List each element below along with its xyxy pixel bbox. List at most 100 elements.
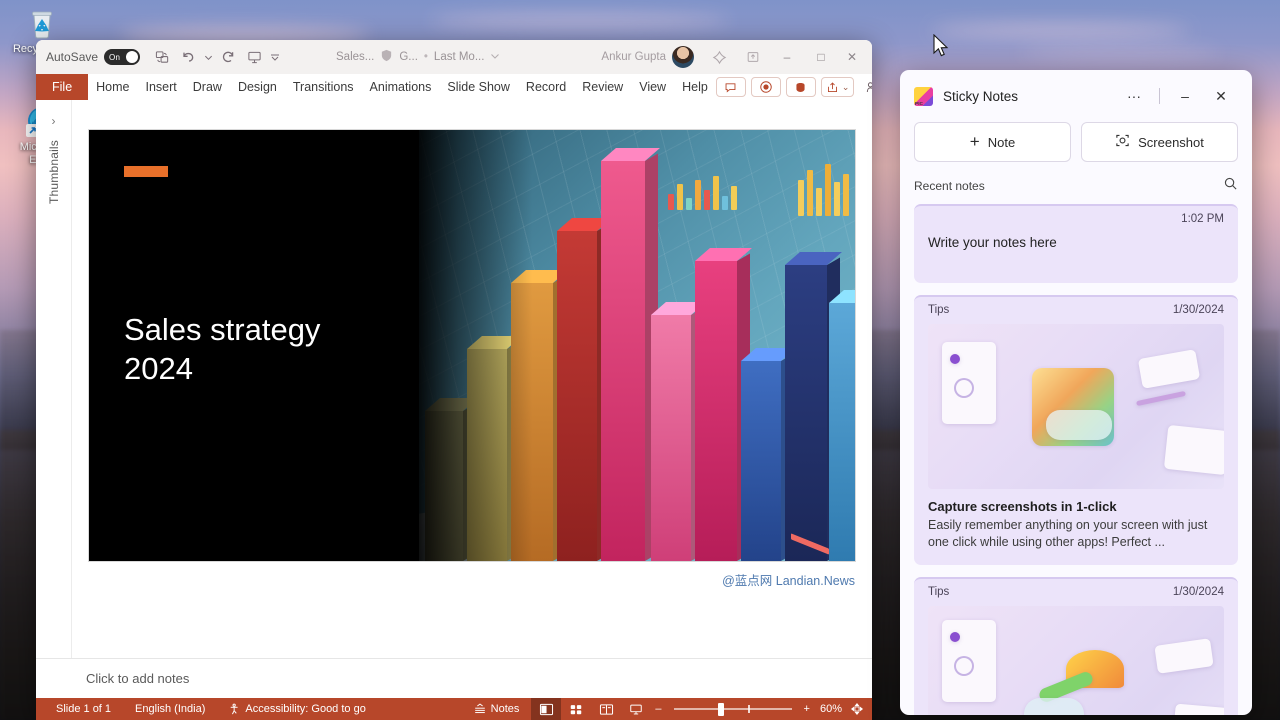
ribbon-tabs: File Home Insert Draw Design Transitions…	[36, 74, 872, 100]
tab-insert[interactable]: Insert	[138, 74, 185, 100]
maximize-button[interactable]: □	[804, 40, 838, 74]
note-item[interactable]: 1:02 PM Write your notes here	[914, 204, 1238, 283]
tab-slide-show[interactable]: Slide Show	[439, 74, 518, 100]
tab-record[interactable]: Record	[518, 74, 574, 100]
toggle-knob	[126, 51, 138, 63]
cloud-decor	[430, 14, 730, 28]
customize-qat-icon[interactable]	[268, 46, 282, 68]
accessibility-status[interactable]: Accessibility: Good to go	[217, 703, 377, 715]
undo-dropdown-icon[interactable]	[202, 46, 214, 68]
slide-title-line2: 2024	[124, 349, 409, 388]
close-button[interactable]: ✕	[838, 40, 872, 74]
avatar[interactable]	[672, 46, 694, 68]
slide-canvas[interactable]: Sales strategy 2024	[72, 100, 872, 658]
accessibility-label: Accessibility: Good to go	[245, 703, 365, 715]
note-item[interactable]: Tips 1/30/2024 Capture screenshots in 1-…	[914, 295, 1238, 565]
note-header: Tips 1/30/2024	[914, 579, 1238, 600]
autosave-state: On	[109, 53, 120, 62]
title-dropdown-icon[interactable]	[490, 51, 500, 64]
slide-count[interactable]: Slide 1 of 1	[44, 703, 123, 715]
autosave-label: AutoSave	[46, 50, 98, 64]
tab-help[interactable]: Help	[674, 74, 716, 100]
notes-button[interactable]: Notes	[461, 703, 532, 716]
tab-file[interactable]: File	[36, 74, 88, 100]
recent-notes-label: Recent notes	[914, 179, 985, 193]
language-indicator[interactable]: English (India)	[123, 703, 217, 715]
search-icon[interactable]	[1223, 176, 1238, 196]
new-note-label: Note	[988, 135, 1015, 150]
record-button[interactable]	[751, 77, 781, 97]
powerpoint-window: AutoSave On	[36, 40, 872, 720]
notes-button-label: Notes	[491, 703, 520, 715]
zoom-out-button[interactable]: –	[651, 703, 665, 715]
zoom-track	[674, 708, 792, 710]
notes-pane[interactable]: Click to add notes	[36, 658, 872, 698]
note-description: Easily remember anything on your screen …	[928, 517, 1224, 551]
screenshot-button[interactable]: Screenshot	[1081, 122, 1238, 162]
slide-sorter-button[interactable]	[561, 698, 591, 720]
plus-icon: +	[970, 132, 980, 152]
document-title-area[interactable]: Sales... G... • Last Mo...	[336, 40, 662, 74]
copilot-titlebar-icon[interactable]	[702, 40, 736, 74]
sticky-notes-window-controls: ··· – ✕	[1117, 80, 1238, 112]
note-title: Tips	[928, 304, 949, 316]
minimize-button[interactable]: –	[770, 40, 804, 74]
sticky-close-button[interactable]: ✕	[1204, 80, 1238, 112]
saved-status: Last Mo...	[434, 51, 485, 63]
slide-1[interactable]: Sales strategy 2024	[89, 130, 855, 561]
note-timestamp: 1/30/2024	[1173, 586, 1224, 598]
note-text: Capture screenshots in 1-click Easily re…	[914, 489, 1238, 565]
zoom-level[interactable]: 60%	[814, 703, 848, 715]
screenshot-icon	[1115, 133, 1130, 151]
sticky-minimize-button[interactable]: –	[1168, 80, 1202, 112]
fit-slide-button[interactable]	[848, 702, 872, 716]
share-button[interactable]: ⌄	[821, 77, 855, 97]
watermark: @蓝点网 Landian.News	[722, 570, 855, 589]
reading-view-button[interactable]	[591, 698, 621, 720]
thumbnails-pane[interactable]: › Thumbnails	[36, 100, 72, 658]
note-thumbnail	[928, 324, 1224, 489]
autosave-toggle[interactable]: On	[104, 49, 140, 65]
save-location: G...	[399, 51, 418, 63]
titlebar: AutoSave On	[36, 40, 872, 74]
tab-draw[interactable]: Draw	[185, 74, 230, 100]
chevron-right-icon[interactable]: ›	[52, 114, 56, 128]
new-note-button[interactable]: + Note	[914, 122, 1071, 162]
note-body: Write your notes here	[914, 227, 1238, 266]
comments-button[interactable]	[716, 77, 746, 97]
slide-show-button[interactable]	[621, 698, 651, 720]
note-timestamp: 1:02 PM	[1181, 213, 1224, 225]
slide-illustration	[419, 130, 855, 561]
tab-view[interactable]: View	[631, 74, 674, 100]
zoom-slider[interactable]	[674, 698, 792, 720]
zoom-thumb[interactable]	[718, 703, 724, 716]
tab-animations[interactable]: Animations	[362, 74, 440, 100]
tab-design[interactable]: Design	[230, 74, 285, 100]
sticky-notes-actions: + Note Screenshot	[900, 122, 1252, 172]
screenshot-label: Screenshot	[1138, 135, 1204, 150]
note-thumbnail	[928, 606, 1224, 715]
note-item[interactable]: Tips 1/30/2024	[914, 577, 1238, 715]
ribbon-display-options-icon[interactable]	[736, 40, 770, 74]
tab-transitions[interactable]: Transitions	[285, 74, 362, 100]
editor-body: › Thumbnails Sales strategy 2024	[36, 100, 872, 658]
note-timestamp: 1/30/2024	[1173, 304, 1224, 316]
note-header: 1:02 PM	[914, 206, 1238, 227]
slide-title[interactable]: Sales strategy 2024	[124, 310, 409, 388]
quick-access-toolbar	[150, 46, 282, 68]
notes-list[interactable]: 1:02 PM Write your notes here Tips 1/30/…	[900, 204, 1252, 715]
present-button[interactable]	[859, 77, 872, 97]
tab-home[interactable]: Home	[88, 74, 137, 100]
copilot-button[interactable]	[786, 77, 816, 97]
title-separator: •	[424, 51, 428, 63]
sync-icon[interactable]	[150, 46, 174, 68]
tab-review[interactable]: Review	[574, 74, 631, 100]
redo-icon[interactable]	[216, 46, 240, 68]
notes-placeholder: Click to add notes	[86, 671, 189, 686]
zoom-in-button[interactable]: +	[800, 703, 814, 715]
normal-view-button[interactable]	[531, 698, 561, 720]
undo-icon[interactable]	[176, 46, 200, 68]
more-options-button[interactable]: ···	[1117, 80, 1151, 112]
recent-notes-header: Recent notes	[900, 172, 1252, 204]
start-presentation-icon[interactable]	[242, 46, 266, 68]
